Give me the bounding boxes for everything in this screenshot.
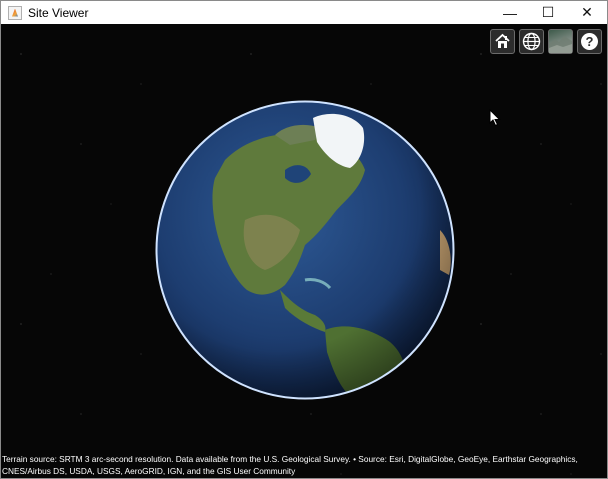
maximize-button[interactable]: ☐ — [529, 1, 567, 24]
site-viewer-window: Site Viewer — ☐ ✕ ? Terrain source: SRTM… — [0, 0, 608, 479]
home-icon — [495, 33, 510, 48]
minimize-button[interactable]: — — [491, 1, 529, 24]
help-button[interactable]: ? — [577, 29, 602, 54]
terrain-icon — [549, 36, 572, 53]
globe-icon — [522, 32, 541, 51]
matlab-app-icon — [8, 5, 22, 20]
window-title: Site Viewer — [28, 5, 89, 20]
close-button[interactable]: ✕ — [567, 1, 607, 24]
mouse-cursor-icon — [489, 109, 501, 127]
terrain-button[interactable] — [548, 29, 573, 54]
map-attribution: Terrain source: SRTM 3 arc-second resolu… — [2, 454, 578, 476]
title-bar[interactable]: Site Viewer — ☐ ✕ — [1, 1, 607, 24]
earth-globe[interactable] — [155, 100, 455, 400]
home-button[interactable] — [490, 29, 515, 54]
help-glyph: ? — [586, 34, 594, 49]
earth-globe-graphic — [155, 100, 455, 400]
help-icon: ? — [581, 33, 598, 50]
globe-viewport[interactable]: ? Terrain source: SRTM 3 arc-second reso… — [1, 24, 607, 478]
base-map-button[interactable] — [519, 29, 544, 54]
